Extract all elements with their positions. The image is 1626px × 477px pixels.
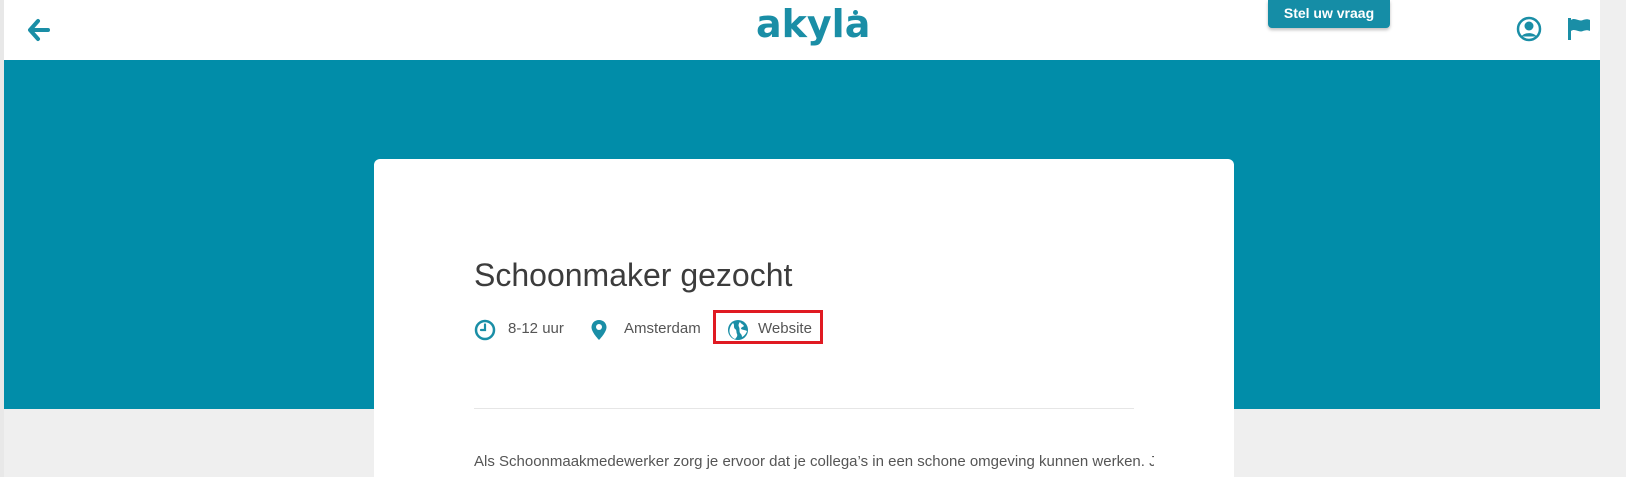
job-description: Als Schoonmaakmedewerker zorg je ervoor …	[474, 453, 1154, 470]
flag-icon	[1568, 18, 1590, 40]
map-pin-icon	[591, 320, 607, 340]
website-link[interactable]: Website	[713, 310, 823, 344]
globe-icon	[728, 320, 748, 340]
meta-hours: 8-12 uur	[474, 315, 574, 345]
akyla-logo[interactable]: akyla	[756, 2, 870, 46]
user-circle-icon	[1516, 16, 1542, 42]
location-text: Amsterdam	[624, 320, 701, 337]
website-text: Website	[758, 320, 812, 337]
back-button[interactable]	[26, 17, 52, 43]
section-divider	[474, 408, 1134, 409]
job-card: Schoonmaker gezocht 8-12 uur Amsterdam W…	[374, 159, 1234, 477]
language-button[interactable]	[1566, 17, 1592, 41]
clock-icon	[474, 319, 496, 341]
logo-dot	[853, 10, 858, 15]
app-window: akyla Stel uw vraag Schoonmaker gezocht	[0, 0, 1626, 477]
arrow-left-icon	[28, 19, 50, 41]
hours-text: 8-12 uur	[508, 320, 564, 337]
top-header: akyla Stel uw vraag	[4, 0, 1600, 60]
account-button[interactable]	[1516, 16, 1542, 42]
scrollbar[interactable]	[1600, 0, 1626, 477]
job-title: Schoonmaker gezocht	[474, 257, 793, 293]
ask-question-button[interactable]: Stel uw vraag	[1268, 0, 1390, 28]
meta-location: Amsterdam	[590, 315, 710, 345]
